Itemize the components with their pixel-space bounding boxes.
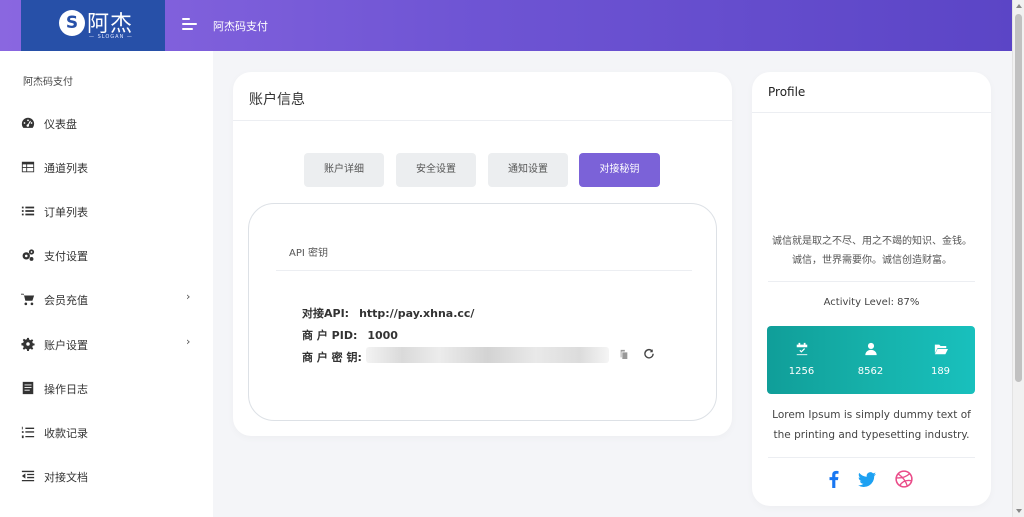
account-info-card: 账户信息 账户详细 安全设置 通知设置 对接秘钥 API 密钥 对接API: ht…: [233, 72, 732, 436]
gear-icon: [21, 337, 35, 351]
sidebar-item-payment-settings[interactable]: 支付设置: [0, 240, 213, 270]
stat-users: 8562: [836, 326, 905, 394]
stat-value: 189: [930, 366, 951, 377]
sidebar-item-label: 对接文档: [44, 471, 88, 484]
profile-quote: 诚信就是取之不尽、用之不竭的知识、金钱。诚信，世界需要你。诚信创造财富。: [772, 236, 972, 266]
sidebar-item-orders[interactable]: 订单列表: [0, 196, 213, 226]
stat-value: 8562: [857, 366, 884, 377]
sidebar-item-channels[interactable]: 通道列表: [0, 152, 213, 182]
outdent-icon: [21, 469, 35, 483]
dribbble-icon[interactable]: [895, 470, 913, 488]
logo-mark: S: [59, 10, 85, 36]
numbered-list-icon: [21, 425, 35, 439]
stat-tasks: 1256: [767, 326, 836, 394]
sidebar-title: 阿杰码支付: [23, 77, 73, 88]
sidebar-item-label: 仪表盘: [44, 118, 77, 131]
chevron-right-icon: ›: [186, 290, 191, 303]
sidebar: 阿杰码支付 仪表盘 通道列表 订单列表 支付设置 会员充值 › 账户设置 › 操…: [0, 51, 213, 517]
sidebar-item-label: 账户设置: [44, 339, 88, 352]
chevron-right-icon: ›: [186, 335, 191, 348]
list-icon: [21, 204, 35, 218]
cogs-icon: [21, 248, 35, 262]
merchant-pid-value: 1000: [367, 329, 398, 342]
dashboard-icon: [21, 116, 35, 130]
scrollbar-thumb[interactable]: [1015, 14, 1022, 382]
api-url-label: 对接API:: [302, 307, 350, 320]
calendar-check-icon: [795, 342, 809, 356]
api-section-title: API 密钥: [289, 248, 328, 259]
stat-value: 1256: [788, 366, 815, 377]
sidebar-item-label: 支付设置: [44, 250, 88, 263]
api-key-panel: API 密钥 对接API: http://pay.xhna.cc/ 商 户 PID…: [248, 203, 717, 421]
cart-icon: [21, 292, 35, 306]
sidebar-item-account-settings[interactable]: 账户设置 ›: [0, 329, 213, 359]
refresh-key-icon[interactable]: [643, 347, 657, 361]
profile-card: Profile 诚信就是取之不尽、用之不竭的知识、金钱。诚信，世界需要你。诚信创…: [752, 72, 991, 506]
sidebar-item-dashboard[interactable]: 仪表盘: [0, 108, 213, 138]
card-header: 账户信息: [233, 72, 732, 121]
sidebar-item-label: 会员充值: [44, 294, 88, 307]
stats-panel: 1256 8562 189: [767, 326, 975, 394]
facebook-icon[interactable]: [825, 470, 843, 488]
divider: [768, 457, 975, 458]
twitter-icon[interactable]: [858, 470, 876, 488]
sidebar-item-label: 订单列表: [44, 206, 88, 219]
profile-description: Lorem Ipsum is simply dummy text of the …: [772, 409, 971, 441]
api-url-value: http://pay.xhna.cc/: [359, 307, 475, 320]
header-title: 阿杰码支付: [213, 20, 268, 33]
merchant-pid-row: 商 户 PID: 1000: [302, 327, 398, 343]
sidebar-item-collection-records[interactable]: 收款记录: [0, 417, 213, 447]
sidebar-item-member-recharge[interactable]: 会员充值 ›: [0, 284, 213, 314]
activity-level: Activity Level: 87%: [823, 297, 920, 308]
stat-files: 189: [906, 326, 975, 394]
tab-api-keys[interactable]: 对接秘钥: [579, 153, 660, 187]
sidebar-item-label: 操作日志: [44, 383, 88, 396]
logo[interactable]: S 阿杰 — SLOGAN —: [21, 0, 165, 51]
sidebar-item-label: 收款记录: [44, 427, 88, 440]
sidebar-item-label: 通道列表: [44, 162, 88, 175]
divider: [752, 112, 991, 113]
merchant-key-row: 商 户 密 钥:: [302, 349, 362, 365]
divider: [768, 281, 975, 282]
page-scrollbar[interactable]: [1012, 0, 1024, 517]
tab-account-details[interactable]: 账户详细: [304, 153, 384, 187]
scroll-up-arrow-icon[interactable]: [1016, 4, 1022, 8]
folder-open-icon: [934, 342, 948, 356]
tab-notification-settings[interactable]: 通知设置: [488, 153, 568, 187]
table-icon: [21, 160, 35, 174]
divider: [276, 270, 692, 271]
logo-slogan: — SLOGAN —: [89, 34, 133, 40]
top-header: S 阿杰 — SLOGAN — 阿杰码支付: [0, 0, 1012, 51]
merchant-key-value-blurred: [366, 347, 609, 363]
menu-toggle-icon[interactable]: [182, 18, 198, 32]
api-url-row: 对接API: http://pay.xhna.cc/: [302, 305, 474, 321]
book-icon: [21, 381, 35, 395]
scroll-down-arrow-icon[interactable]: [1016, 509, 1022, 513]
user-icon: [864, 342, 878, 356]
copy-icon[interactable]: [619, 348, 631, 360]
tab-security-settings[interactable]: 安全设置: [396, 153, 476, 187]
sidebar-item-operation-log[interactable]: 操作日志: [0, 373, 213, 403]
profile-title: Profile: [768, 85, 806, 99]
page-title: 账户信息: [249, 92, 305, 108]
merchant-pid-label: 商 户 PID:: [302, 329, 358, 342]
merchant-key-label: 商 户 密 钥:: [302, 351, 362, 364]
sidebar-item-api-docs[interactable]: 对接文档: [0, 461, 213, 491]
